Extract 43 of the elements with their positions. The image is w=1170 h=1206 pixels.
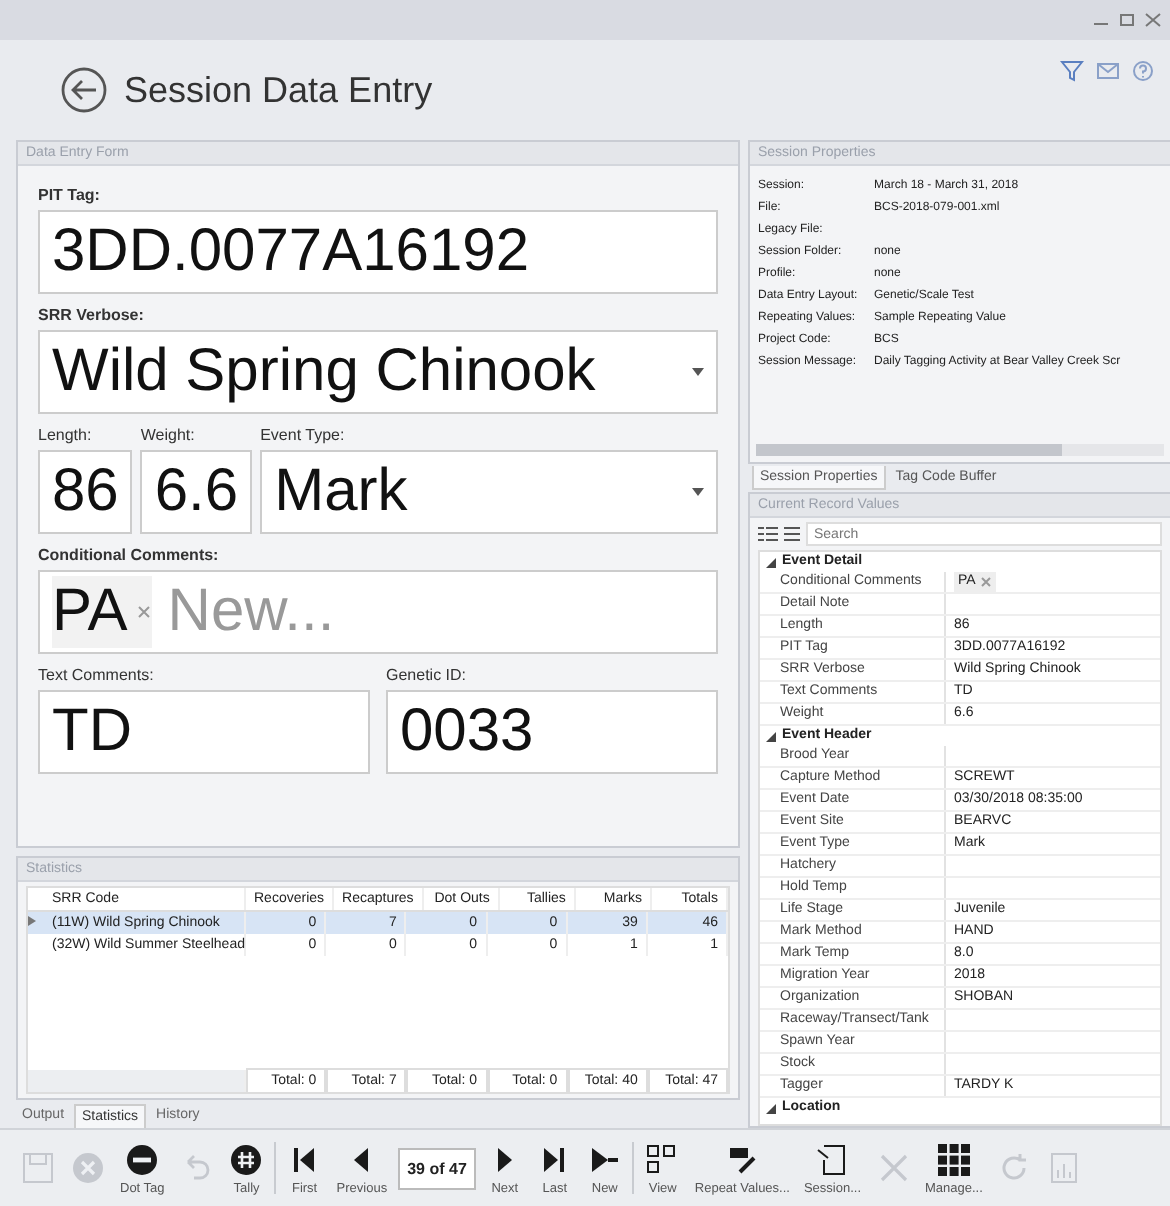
list-view-icon[interactable] [784, 526, 800, 542]
field-label: Text Comments: [38, 666, 156, 684]
length-field[interactable]: 86 [38, 450, 133, 534]
caret-icon [692, 368, 704, 376]
grid-icon [935, 1141, 972, 1177]
filter-icon[interactable] [1060, 60, 1084, 82]
current-row-icon [28, 915, 36, 926]
field-label: SRR Verbose: [38, 306, 146, 324]
new-comment-input[interactable]: New... [163, 576, 532, 648]
x-icon [875, 1150, 912, 1186]
field-label: Length: [38, 426, 94, 444]
pit-tag-field[interactable]: 3DD.0077A16192 [38, 210, 718, 294]
close-icon[interactable] [1144, 12, 1162, 28]
conditional-comments-field[interactable]: PA New... [38, 570, 718, 654]
maximize-icon[interactable] [1118, 12, 1136, 28]
field-label: Genetic ID: [386, 666, 469, 684]
genetic-id-field[interactable]: 0033 [386, 690, 718, 774]
srr-verbose-dropdown[interactable]: Wild Spring Chinook [38, 330, 718, 414]
expand-toggle-icon[interactable] [766, 1103, 776, 1113]
back-icon[interactable] [60, 66, 108, 114]
bar-chart-icon [1046, 1150, 1083, 1186]
document-icon [814, 1141, 851, 1177]
record-counter: 39 of 47 [397, 1147, 477, 1189]
minus-circle-icon [124, 1141, 161, 1177]
remove-icon[interactable] [135, 604, 152, 620]
field-label: Weight: [140, 426, 197, 444]
remove-icon[interactable] [979, 576, 992, 588]
event-type-dropdown[interactable]: Mark [260, 450, 718, 534]
field-label: Event Type: [260, 426, 347, 444]
expand-toggle-icon[interactable] [766, 557, 776, 567]
field-label: PIT Tag: [38, 186, 102, 204]
caret-icon [692, 488, 704, 496]
weight-field[interactable]: 6.6 [140, 450, 253, 534]
help-icon[interactable] [1132, 60, 1154, 82]
page-title: Session Data Entry [124, 69, 433, 111]
hash-circle-icon [228, 1141, 265, 1177]
x-circle-icon [70, 1150, 106, 1186]
squares-icon [644, 1141, 681, 1177]
text-comments-field[interactable]: TD [38, 690, 370, 774]
field-label: Conditional Comments: [38, 546, 221, 564]
categorized-view-icon[interactable] [758, 526, 778, 542]
expand-toggle-icon[interactable] [766, 731, 776, 741]
mail-icon[interactable] [1096, 60, 1120, 80]
